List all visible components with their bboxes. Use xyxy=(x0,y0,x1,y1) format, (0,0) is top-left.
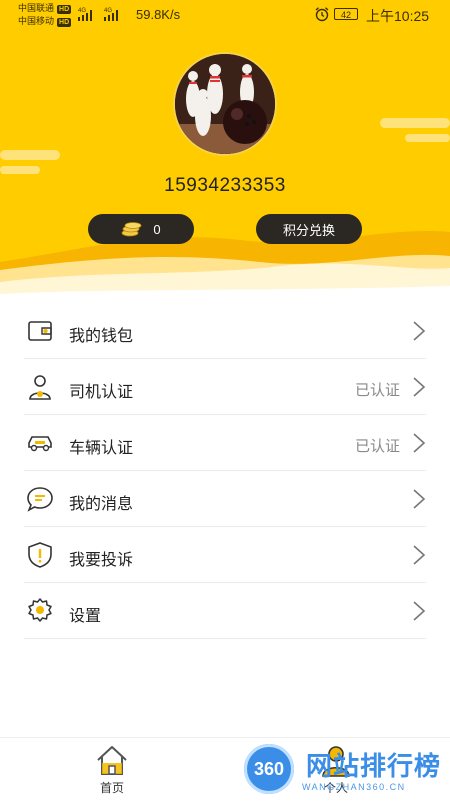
points-exchange-button[interactable]: 积分兑换 xyxy=(256,214,362,244)
menu-status-driver-verification: 已认证 xyxy=(354,382,400,399)
chevron-right-icon xyxy=(413,489,426,509)
chevron-right-icon xyxy=(413,377,426,397)
coins-button[interactable]: 0 xyxy=(88,214,194,244)
carrier-1-label: 中国联通 xyxy=(18,3,55,13)
coin-stack-icon xyxy=(121,222,142,237)
profile-menu-list: 我的钱包 司机认证 已认证 车辆认证 已认证 我的消息 我要投诉 设置 xyxy=(0,303,450,639)
svg-text:4G: 4G xyxy=(78,8,86,14)
menu-label-messages: 我的消息 xyxy=(69,496,134,513)
menu-item-wallet[interactable]: 我的钱包 xyxy=(24,303,426,359)
watermark-title: 网站排行榜 xyxy=(306,751,442,781)
menu-label-wallet: 我的钱包 xyxy=(69,328,134,345)
site-watermark: 360 网站排行榜 WANGZHAN360.CN xyxy=(236,738,450,800)
points-exchange-label: 积分兑换 xyxy=(282,222,335,238)
driver-icon xyxy=(29,375,51,400)
watermark-badge: 360 xyxy=(244,744,294,794)
status-clock: 上午10:25 xyxy=(366,8,430,24)
coins-count: 0 xyxy=(153,221,161,237)
menu-item-complaint[interactable]: 我要投诉 xyxy=(24,527,426,583)
user-phone-number: 15934233353 xyxy=(164,175,286,196)
chevron-right-icon xyxy=(413,601,426,621)
battery-indicator: 42 xyxy=(334,8,358,20)
car-icon xyxy=(28,436,52,452)
carrier-2: 中国移动 HD xyxy=(18,16,72,27)
svg-text:4G: 4G xyxy=(104,8,112,14)
menu-label-complaint: 我要投诉 xyxy=(69,552,134,569)
menu-label-driver-verification: 司机认证 xyxy=(69,384,134,401)
network-speed: 59.8K/s xyxy=(136,7,181,22)
menu-status-vehicle-verification: 已认证 xyxy=(354,438,400,455)
nav-tab-home[interactable]: 首页 xyxy=(72,743,152,796)
carrier-1: 中国联通 HD xyxy=(18,3,72,14)
nav-label-home: 首页 xyxy=(99,781,124,795)
alarm-clock-icon xyxy=(315,7,329,22)
hd-badge: HD xyxy=(57,18,72,27)
chevron-right-icon xyxy=(413,433,426,453)
status-bar: 中国联通 HD 中国移动 HD 4G 4G 59.8K/s 42 上午10:25 xyxy=(0,0,450,30)
carrier-2-label: 中国移动 xyxy=(18,16,55,26)
signal-strength-icon: 4G 4G xyxy=(78,8,118,21)
menu-item-settings[interactable]: 设置 xyxy=(24,583,426,639)
settings-gear-icon xyxy=(28,598,52,622)
chevron-right-icon xyxy=(413,321,426,341)
menu-label-settings: 设置 xyxy=(69,608,102,625)
avatar[interactable] xyxy=(173,52,277,156)
wallet-icon xyxy=(28,321,52,341)
hd-badge: HD xyxy=(57,5,72,14)
menu-item-vehicle-verification[interactable]: 车辆认证 已认证 xyxy=(24,415,426,471)
chevron-right-icon xyxy=(413,545,426,565)
menu-label-vehicle-verification: 车辆认证 xyxy=(69,440,134,457)
menu-item-messages[interactable]: 我的消息 xyxy=(24,471,426,527)
message-icon xyxy=(27,487,53,512)
menu-item-driver-verification[interactable]: 司机认证 已认证 xyxy=(24,359,426,415)
complaint-shield-icon xyxy=(28,542,52,568)
watermark-subtitle: WANGZHAN360.CN xyxy=(302,782,406,792)
home-icon xyxy=(97,746,127,775)
profile-header: 中国联通HD 中国移动HD 4G 4G 59.8K/s 42 上午10:25 xyxy=(0,0,450,303)
bowling-avatar-image xyxy=(175,54,275,154)
